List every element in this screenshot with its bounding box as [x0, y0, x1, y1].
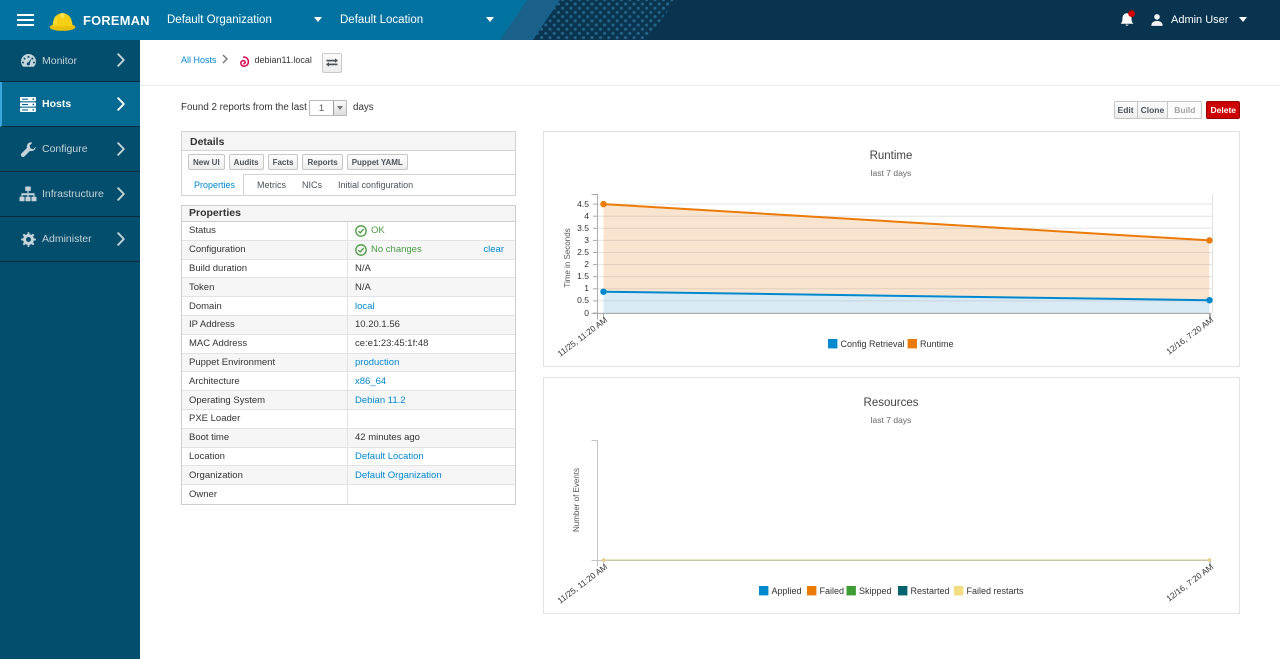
svg-text:4.5: 4.5 — [577, 199, 589, 209]
svg-text:Failed: Failed — [820, 586, 845, 596]
svg-text:0: 0 — [584, 308, 589, 318]
svg-text:last 7 days: last 7 days — [871, 168, 912, 178]
svg-text:3: 3 — [584, 235, 589, 245]
svg-text:Config Retrieval: Config Retrieval — [841, 339, 905, 349]
svg-text:1: 1 — [584, 283, 589, 293]
svg-text:11/25, 11:20 AM: 11/25, 11:20 AM — [555, 562, 609, 606]
svg-text:2.5: 2.5 — [577, 247, 589, 257]
svg-text:Resources: Resources — [864, 397, 919, 409]
svg-text:2: 2 — [584, 259, 589, 269]
svg-text:12/16, 7:20 AM: 12/16, 7:20 AM — [1164, 562, 1215, 604]
svg-text:Skipped: Skipped — [859, 586, 892, 596]
svg-text:0.5: 0.5 — [577, 295, 589, 305]
svg-text:Failed restarts: Failed restarts — [967, 586, 1025, 596]
svg-text:Runtime: Runtime — [920, 339, 954, 349]
svg-text:3.5: 3.5 — [577, 223, 589, 233]
svg-text:11/25, 11:20 AM: 11/25, 11:20 AM — [555, 315, 609, 359]
svg-text:last 7 days: last 7 days — [871, 415, 912, 425]
svg-text:Time in Seconds: Time in Seconds — [563, 228, 572, 287]
svg-text:12/16, 7:20 AM: 12/16, 7:20 AM — [1164, 315, 1215, 357]
svg-text:Restarted: Restarted — [911, 586, 950, 596]
svg-text:1.5: 1.5 — [577, 271, 589, 281]
svg-text:Applied: Applied — [772, 586, 802, 596]
svg-text:Number of Events: Number of Events — [572, 468, 581, 532]
svg-text:4: 4 — [584, 211, 589, 221]
svg-text:Runtime: Runtime — [870, 150, 913, 162]
